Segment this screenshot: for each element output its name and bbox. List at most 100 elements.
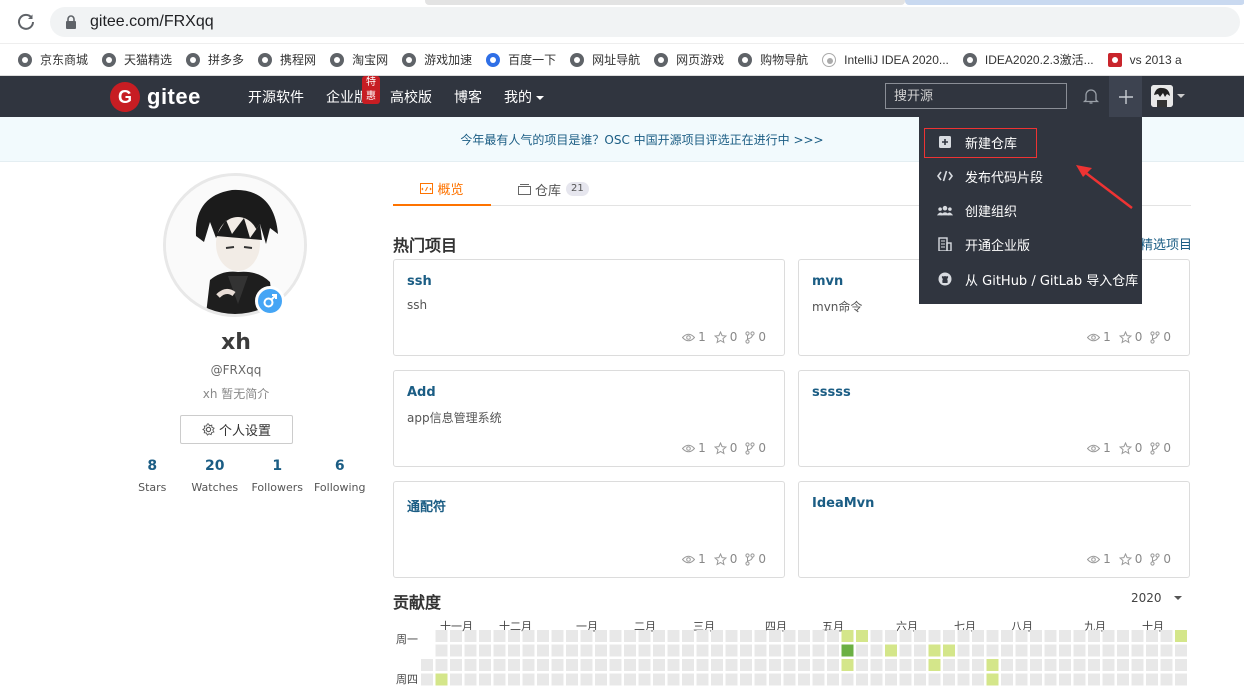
heatmap-cell[interactable] bbox=[1030, 659, 1042, 671]
heatmap-cell[interactable] bbox=[667, 673, 680, 686]
nav-item-open-source[interactable]: 开源软件 bbox=[248, 87, 304, 107]
heatmap-cell[interactable] bbox=[1117, 673, 1129, 686]
heatmap-cell[interactable] bbox=[421, 673, 433, 686]
heatmap-cell[interactable] bbox=[682, 659, 694, 671]
stat-following[interactable]: 6 Following bbox=[309, 458, 372, 494]
heatmap-cell[interactable] bbox=[899, 673, 912, 686]
heatmap-cell[interactable] bbox=[957, 673, 970, 686]
heatmap-cell[interactable] bbox=[435, 673, 448, 686]
heatmap-cell[interactable] bbox=[1001, 630, 1013, 642]
heatmap-cell[interactable] bbox=[1015, 673, 1028, 686]
heatmap-cell[interactable] bbox=[1102, 673, 1115, 686]
heatmap-cell[interactable] bbox=[682, 673, 694, 686]
heatmap-cell[interactable] bbox=[841, 673, 854, 686]
heatmap-cell[interactable] bbox=[1131, 673, 1144, 686]
heatmap-cell[interactable] bbox=[914, 630, 926, 642]
heatmap-cell[interactable] bbox=[1088, 630, 1100, 642]
project-name[interactable]: sssss bbox=[812, 385, 851, 400]
heatmap-cell[interactable] bbox=[479, 659, 491, 671]
nav-item-mine[interactable]: 我的 bbox=[504, 87, 544, 107]
heatmap-cell[interactable] bbox=[595, 630, 607, 642]
heatmap-cell[interactable] bbox=[740, 630, 752, 642]
heatmap-cell[interactable] bbox=[508, 644, 520, 657]
heatmap-cell[interactable] bbox=[957, 630, 970, 642]
heatmap-cell[interactable] bbox=[508, 659, 520, 671]
menu-item-import[interactable]: 从 GitHub / GitLab 导入仓库 bbox=[919, 262, 1142, 296]
heatmap-cell[interactable] bbox=[1160, 673, 1173, 686]
heatmap-cell[interactable] bbox=[827, 673, 839, 686]
watch-count[interactable]: 1 bbox=[682, 552, 706, 566]
heatmap-cell[interactable] bbox=[522, 659, 535, 671]
star-count[interactable]: 0 bbox=[1118, 441, 1142, 455]
bookmark-item[interactable]: 拼多多 bbox=[186, 51, 244, 68]
project-name[interactable]: ssh bbox=[407, 274, 432, 289]
browser-tab-active[interactable] bbox=[905, 0, 1244, 5]
heatmap-cell[interactable] bbox=[1117, 644, 1129, 657]
heatmap-cell[interactable] bbox=[1059, 659, 1071, 671]
heatmap-cell[interactable] bbox=[508, 630, 520, 642]
heatmap-cell[interactable] bbox=[1146, 630, 1158, 642]
heatmap-cell[interactable] bbox=[943, 630, 955, 642]
heatmap-cell[interactable] bbox=[537, 630, 549, 642]
heatmap-cell[interactable] bbox=[1044, 673, 1057, 686]
heatmap-cell[interactable] bbox=[827, 644, 839, 657]
heatmap-cell[interactable] bbox=[624, 659, 636, 671]
bookmark-item[interactable]: 天猫精选 bbox=[102, 51, 172, 68]
heatmap-cell[interactable] bbox=[566, 644, 578, 657]
heatmap-cell[interactable] bbox=[1160, 644, 1173, 657]
heatmap-cell[interactable] bbox=[827, 630, 839, 642]
settings-button[interactable]: 个人设置 bbox=[180, 415, 293, 444]
bookmark-item[interactable]: 网页游戏 bbox=[654, 51, 724, 68]
heatmap-cell[interactable] bbox=[537, 673, 549, 686]
heatmap-cell[interactable] bbox=[580, 659, 593, 671]
heatmap-cell[interactable] bbox=[972, 659, 984, 671]
star-count[interactable]: 0 bbox=[1118, 552, 1142, 566]
heatmap-cell[interactable] bbox=[711, 630, 723, 642]
nav-item-blog[interactable]: 博客 bbox=[454, 87, 482, 107]
heatmap-cell[interactable] bbox=[870, 644, 883, 657]
tab-overview[interactable]: 概览 bbox=[393, 172, 491, 206]
heatmap-cell[interactable] bbox=[870, 630, 883, 642]
heatmap-cell[interactable] bbox=[914, 673, 926, 686]
heatmap-cell[interactable] bbox=[725, 659, 738, 671]
heatmap-cell[interactable] bbox=[638, 659, 651, 671]
project-name[interactable]: Add bbox=[407, 385, 436, 400]
heatmap-cell[interactable] bbox=[725, 630, 738, 642]
star-count[interactable]: 0 bbox=[713, 552, 737, 566]
chevron-down-icon[interactable] bbox=[1177, 94, 1185, 98]
heatmap-cell[interactable] bbox=[1175, 644, 1187, 657]
create-plus-button[interactable] bbox=[1109, 76, 1142, 117]
heatmap-cell[interactable] bbox=[885, 673, 897, 686]
watch-count[interactable]: 1 bbox=[1087, 330, 1111, 344]
heatmap-cell[interactable] bbox=[740, 659, 752, 671]
heatmap-cell[interactable] bbox=[899, 644, 912, 657]
heatmap-cell[interactable] bbox=[624, 673, 636, 686]
heatmap-cell[interactable] bbox=[450, 630, 462, 642]
heatmap-cell[interactable] bbox=[754, 630, 767, 642]
heatmap-cell[interactable] bbox=[1102, 659, 1115, 671]
avatar[interactable] bbox=[163, 173, 307, 317]
heatmap-cell[interactable] bbox=[812, 673, 825, 686]
heatmap-cell[interactable] bbox=[1175, 630, 1187, 642]
heatmap-cell[interactable] bbox=[725, 644, 738, 657]
heatmap-cell[interactable] bbox=[1044, 630, 1057, 642]
heatmap-cell[interactable] bbox=[1175, 659, 1187, 671]
heatmap-cell[interactable] bbox=[696, 659, 709, 671]
heatmap-cell[interactable] bbox=[638, 630, 651, 642]
heatmap-cell[interactable] bbox=[972, 673, 984, 686]
heatmap-cell[interactable] bbox=[595, 659, 607, 671]
heatmap-cell[interactable] bbox=[711, 659, 723, 671]
bookmark-item[interactable]: 百度一下 bbox=[486, 51, 556, 68]
project-name[interactable]: 通配符 bbox=[407, 496, 446, 515]
heatmap-cell[interactable] bbox=[551, 644, 564, 657]
heatmap-cell[interactable] bbox=[914, 644, 926, 657]
heatmap-cell[interactable] bbox=[711, 673, 723, 686]
stat-stars[interactable]: 8 Stars bbox=[121, 458, 184, 494]
heatmap-cell[interactable] bbox=[667, 659, 680, 671]
banner-link[interactable]: 今年最有人气的项目是谁？OSC 中国开源项目评选正在进行中 >>> bbox=[460, 131, 823, 148]
heatmap-cell[interactable] bbox=[653, 644, 665, 657]
heatmap-cell[interactable] bbox=[595, 673, 607, 686]
heatmap-cell[interactable] bbox=[711, 644, 723, 657]
heatmap-cell[interactable] bbox=[1175, 673, 1187, 686]
heatmap-cell[interactable] bbox=[928, 630, 941, 642]
